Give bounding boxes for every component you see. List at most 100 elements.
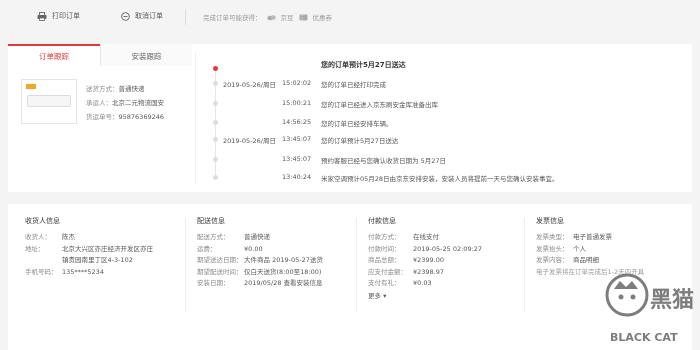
delivery-time-row: 期望配送时间： 仅白天送货(8:00至18:00) bbox=[197, 267, 323, 279]
black-cat-watermark: 黑猫 BLACK CAT bbox=[600, 255, 700, 350]
delivery-info: 配送信息 配送方式： 普通快递 运费： ¥0.00 期望送达日期： 大件商品 2019… bbox=[197, 216, 323, 290]
jd-bean-icon bbox=[266, 14, 276, 20]
install-date-row: 安装日期： 2019/05/28 查看安装信息 bbox=[197, 278, 323, 290]
receiver-info: 收货人信息 收货人： 陈杰 地址： 北京大兴区亦庄经济开发区亦庄 镇贵园南里丁区4-… bbox=[25, 216, 153, 278]
receiver-address-line1: 北京大兴区亦庄经济开发区亦庄 bbox=[62, 244, 153, 253]
goods-total-row: 商品总额： ¥2399.00 bbox=[368, 255, 482, 267]
delivery-method-row: 配送方式： 普通快递 bbox=[197, 232, 323, 244]
shipping-info: 送货方式：普通快递 承运人：北京二元物流国安 货运单号：95876369246 bbox=[86, 82, 164, 124]
tab-install-tracking[interactable]: 安装跟踪 bbox=[100, 44, 192, 66]
black-cat-logo-icon: 黑猫 BLACK CAT bbox=[605, 273, 694, 344]
shipping-method-key: 送货方式： bbox=[86, 85, 119, 93]
tracking-number-row: 货运单号：95876369246 bbox=[86, 110, 164, 124]
timeline-message: 您的订单已经进入京东刷安金库准备出库 bbox=[321, 101, 438, 109]
receiver-title: 收货人信息 bbox=[25, 217, 60, 225]
payment-promo-key: 支付有礼： bbox=[368, 279, 401, 287]
payment-more-toggle[interactable]: 更多 ▾ bbox=[368, 290, 482, 300]
reward-note-text: 完成订单可能获得： bbox=[203, 14, 262, 22]
delivery-method-value: 普通快递 bbox=[244, 233, 270, 241]
timeline-dot bbox=[213, 175, 218, 180]
tracking-header: 您的订单预计5月27日送达 bbox=[321, 61, 406, 69]
cancel-circle-icon bbox=[121, 11, 130, 21]
watermark-cn-text: 黑猫 bbox=[650, 288, 694, 313]
delivery-fee-value: ¥0.00 bbox=[244, 244, 263, 253]
receiver-name-key: 收货人： bbox=[25, 233, 51, 241]
timeline-time: 13:45:07 bbox=[282, 155, 312, 163]
coupon-icon bbox=[299, 14, 307, 20]
delivery-title: 配送信息 bbox=[197, 217, 225, 225]
timeline-message: 您的订单已经打印完成 bbox=[321, 81, 386, 89]
invoice-content-key: 发票内容： bbox=[536, 256, 569, 264]
timeline-time: 15:02:02 bbox=[282, 79, 312, 87]
timeline-time: 13:45:07 bbox=[282, 135, 312, 143]
timeline-dot bbox=[213, 157, 218, 162]
install-date-key: 安装日期： bbox=[197, 279, 230, 287]
delivery-date-row: 期望送达日期： 大件商品 2019-05-27送货 bbox=[197, 255, 323, 267]
amount-due-key: 应支付金额： bbox=[368, 267, 407, 276]
toolbar-divider bbox=[185, 9, 186, 25]
delivery-time-key: 期望配送时间： bbox=[197, 267, 243, 276]
reward-note: 完成订单可能获得： 京豆 优惠券 bbox=[203, 12, 332, 22]
product-thumbnail[interactable] bbox=[21, 79, 77, 124]
timeline-date: 2019-05-26/周日 bbox=[223, 81, 276, 89]
timeline-dot bbox=[213, 81, 218, 86]
timeline-time: 14:56:25 bbox=[282, 118, 312, 126]
invoice-head-value: 个人 bbox=[573, 244, 586, 253]
receiver-address-row2: 镇贵园南里丁区4-3-102 bbox=[25, 255, 153, 267]
cancel-order-button[interactable]: 取消订单 bbox=[121, 11, 163, 21]
amount-due-row: 应支付金额： ¥2398.97 bbox=[368, 267, 482, 279]
reward-coupon-text: 优惠券 bbox=[312, 14, 333, 22]
invoice-content-value: 商品明细 bbox=[573, 256, 599, 264]
timeline-dot bbox=[213, 101, 218, 106]
receiver-address-key: 地址： bbox=[25, 244, 45, 253]
air-conditioner-image bbox=[27, 95, 71, 107]
tracking-number-key: 货运单号： bbox=[86, 113, 119, 121]
payment-info: 付款信息 付款方式： 在线支付 付款时间： 2019-05-25 02:09:27 … bbox=[368, 216, 482, 300]
receiver-address-spacer bbox=[25, 255, 62, 267]
timeline-message: 您的订单已经安排车辆。 bbox=[321, 120, 393, 128]
invoice-title: 发票信息 bbox=[536, 217, 564, 225]
timeline-message: 预约客服已经与您确认收货日期为 5月27日 bbox=[321, 157, 446, 165]
receiver-address-line2: 镇贵园南里丁区4-3-102 bbox=[62, 256, 133, 264]
print-order-label: 打印订单 bbox=[52, 12, 80, 20]
printer-icon bbox=[37, 11, 47, 21]
shipping-method-value: 普通快递 bbox=[118, 85, 145, 93]
delivery-time-value: 仅白天送货(8:00至18:00) bbox=[244, 267, 322, 276]
delivery-fee-row: 运费： ¥0.00 bbox=[197, 244, 323, 256]
payment-method-row: 付款方式： 在线支付 bbox=[368, 232, 482, 244]
timeline-dot bbox=[213, 137, 218, 142]
tracking-number-value[interactable]: 95876369246 bbox=[119, 113, 165, 121]
receiver-name-row: 收货人： 陈杰 bbox=[25, 232, 153, 244]
timeline-dot bbox=[213, 120, 218, 125]
install-date-value[interactable]: 2019/05/28 查看安装信息 bbox=[244, 278, 323, 290]
receiver-name-value: 陈杰 bbox=[62, 233, 75, 241]
carrier-value: 北京二元物流国安 bbox=[112, 99, 164, 107]
tab-order-tracking[interactable]: 订单跟踪 bbox=[8, 44, 100, 66]
payment-time-row: 付款时间： 2019-05-25 02:09:27 bbox=[368, 244, 482, 256]
order-info-panel: 收货人信息 收货人： 陈杰 地址： 北京大兴区亦庄经济开发区亦庄 镇贵园南里丁区4-… bbox=[8, 204, 692, 350]
payment-promo-value: ¥0.03 bbox=[413, 279, 432, 287]
goods-total-value: ¥2399.00 bbox=[413, 256, 445, 264]
watermark-en-text: BLACK CAT bbox=[610, 331, 678, 344]
print-order-button[interactable]: 打印订单 bbox=[37, 11, 80, 21]
payment-title: 付款信息 bbox=[368, 217, 396, 225]
delivery-date-key: 期望送达日期： bbox=[197, 256, 243, 264]
receiver-phone-row: 手机号码： 135****5234 bbox=[25, 267, 153, 279]
timeline-message: 您的订单预计5月27日送达 bbox=[321, 137, 399, 145]
column-divider bbox=[185, 218, 186, 312]
carrier-row: 承运人：北京二元物流国安 bbox=[86, 96, 164, 110]
receiver-address-row: 地址： 北京大兴区亦庄经济开发区亦庄 bbox=[25, 244, 153, 256]
cancel-order-label: 取消订单 bbox=[135, 12, 163, 20]
timeline-dot bbox=[213, 66, 218, 71]
payment-time-key: 付款时间： bbox=[368, 244, 401, 253]
delivery-date-value: 大件商品 2019-05-27送货 bbox=[244, 256, 323, 264]
timeline-time: 13:40:24 bbox=[282, 173, 312, 181]
receiver-phone-value: 135****5234 bbox=[62, 267, 104, 276]
receiver-phone-key: 手机号码： bbox=[25, 267, 58, 276]
timeline-message: 米家空调预计05月28日由京东安排安装，安装人员将提前一天与您确认安装事宜。 bbox=[321, 175, 559, 183]
invoice-type-key: 发票类型： bbox=[536, 233, 569, 241]
order-tracking-panel: 订单跟踪 安装跟踪 送货方式：普通快递 承运人：北京二元物流国安 货运单号：95… bbox=[8, 44, 692, 192]
payment-method-value: 在线支付 bbox=[413, 233, 439, 241]
panel-divider bbox=[195, 52, 196, 184]
invoice-head-row: 发票抬头： 个人 bbox=[536, 244, 644, 256]
